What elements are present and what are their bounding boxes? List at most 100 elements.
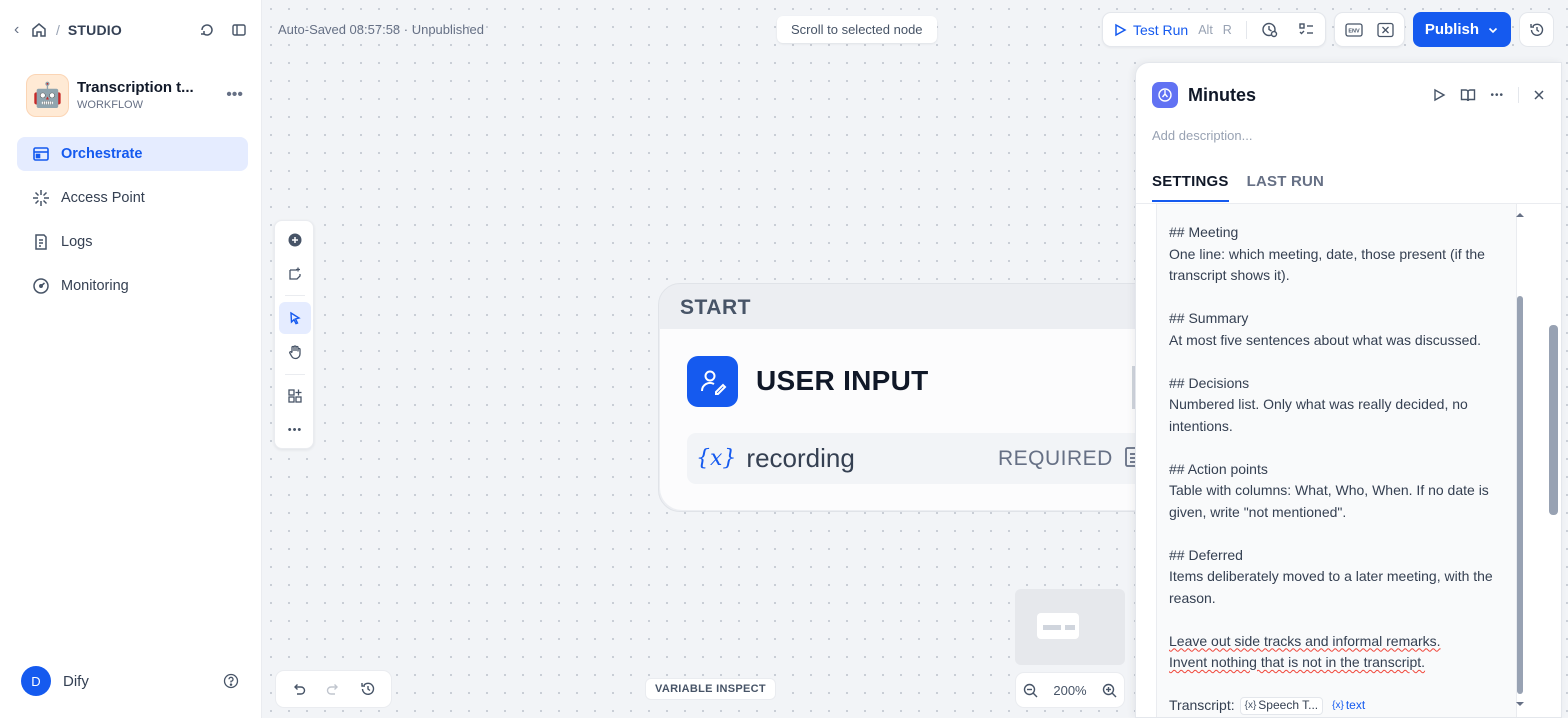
node-body: USER INPUT {x} recording REQUIRED bbox=[660, 329, 1179, 510]
divider bbox=[1518, 87, 1519, 103]
history-icon bbox=[1529, 23, 1543, 36]
pointer-mode-button[interactable] bbox=[279, 302, 311, 334]
add-node-button[interactable] bbox=[279, 224, 311, 256]
prompt-editor[interactable]: ## Meeting One line: which meeting, date… bbox=[1156, 204, 1517, 717]
home-icon[interactable] bbox=[30, 21, 48, 39]
chevron-down-icon bbox=[1488, 27, 1498, 33]
node-settings-panel: Minutes ••• Add description... SETTINGS … bbox=[1135, 62, 1562, 718]
checklist-icon[interactable] bbox=[1298, 21, 1315, 38]
minimap-node-detail bbox=[1043, 625, 1061, 630]
add-note-button[interactable] bbox=[279, 258, 311, 290]
scroll-down-icon[interactable] bbox=[1515, 700, 1525, 708]
prompt-section-deferred: ## Deferred Items deliberately moved to … bbox=[1169, 545, 1509, 610]
sidebar-item-orchestrate[interactable]: Orchestrate bbox=[17, 137, 248, 171]
close-icon[interactable] bbox=[1533, 89, 1545, 101]
scrollbar-thumb[interactable] bbox=[1517, 296, 1523, 694]
note-icon bbox=[289, 267, 301, 280]
organize-blocks-button[interactable] bbox=[279, 380, 311, 412]
breadcrumb-separator: / bbox=[56, 22, 60, 38]
user-area: D Dify bbox=[21, 666, 239, 696]
node-title: USER INPUT bbox=[756, 365, 929, 396]
prompt-heading: ## Meeting bbox=[1169, 224, 1239, 240]
canvas-toolbar: ••• bbox=[274, 220, 314, 449]
tab-settings[interactable]: SETTINGS bbox=[1152, 173, 1229, 202]
divider bbox=[1245, 20, 1247, 39]
publish-button[interactable]: Publish bbox=[1412, 12, 1511, 47]
shortcut-key: R bbox=[1222, 22, 1232, 37]
sidebar-item-logs[interactable]: Logs bbox=[17, 225, 248, 259]
user-input-icon bbox=[687, 356, 738, 407]
llm-node-icon bbox=[1152, 82, 1178, 108]
conversation-variable-icon[interactable] bbox=[1377, 22, 1394, 38]
play-icon[interactable] bbox=[1113, 23, 1127, 37]
app-card[interactable]: 🤖 Transcription t... WORKFLOW ••• bbox=[26, 73, 247, 117]
app-name: Transcription t... bbox=[77, 79, 194, 96]
prompt-line: Leave out side tracks and informal remar… bbox=[1169, 632, 1441, 649]
zoom-level[interactable]: 200% bbox=[1053, 683, 1086, 698]
sync-icon[interactable] bbox=[199, 22, 215, 38]
avatar[interactable]: D bbox=[21, 666, 51, 696]
user-name[interactable]: Dify bbox=[63, 673, 89, 690]
prompt-section-summary: ## Summary At most five sentences about … bbox=[1169, 308, 1509, 351]
sidebar-item-monitoring[interactable]: Monitoring bbox=[17, 269, 248, 303]
panel-title[interactable]: Minutes bbox=[1188, 85, 1256, 106]
scroll-up-icon[interactable] bbox=[1515, 211, 1525, 219]
more-options-button[interactable]: ••• bbox=[279, 414, 311, 446]
variable-name: recording bbox=[746, 443, 855, 473]
hand-mode-button[interactable] bbox=[279, 336, 311, 368]
variable-icon: {x} bbox=[1332, 700, 1344, 711]
sidebar: ‹ / STUDIO 🤖 Transcription t... WORKFLOW… bbox=[0, 0, 262, 718]
chevron-left-icon[interactable]: ‹ bbox=[14, 21, 28, 39]
minimap[interactable] bbox=[1015, 589, 1125, 665]
outer-scrollbar-thumb[interactable] bbox=[1549, 325, 1558, 515]
panel-toggle-icon[interactable] bbox=[231, 22, 247, 38]
description-input[interactable]: Add description... bbox=[1152, 128, 1252, 143]
more-icon: ••• bbox=[287, 424, 303, 436]
scroll-to-selected-button[interactable]: Scroll to selected node bbox=[777, 16, 937, 43]
zoom-in-icon[interactable] bbox=[1102, 683, 1117, 698]
variable-chip-speech[interactable]: {x} Speech T... bbox=[1239, 696, 1324, 715]
prompt-line: Invent nothing that is not in the transc… bbox=[1169, 654, 1426, 670]
hand-icon bbox=[289, 345, 301, 360]
help-docs-icon[interactable] bbox=[1460, 87, 1476, 103]
prompt-body: One line: which meeting, date, those pre… bbox=[1169, 245, 1485, 284]
publish-label: Publish bbox=[1424, 21, 1479, 38]
run-node-icon[interactable] bbox=[1432, 88, 1446, 102]
prompt-heading: ## Summary bbox=[1169, 310, 1249, 326]
logs-icon bbox=[35, 234, 47, 250]
svg-text:ENV: ENV bbox=[1348, 28, 1360, 34]
tab-last-run[interactable]: LAST RUN bbox=[1247, 173, 1324, 202]
transcript-line: Transcript: {x} Speech T... {x} text bbox=[1169, 695, 1509, 717]
sidebar-item-label: Monitoring bbox=[61, 278, 129, 294]
start-node[interactable]: START USER INPUT {x} recording REQUIRED bbox=[658, 283, 1179, 512]
monitoring-icon bbox=[33, 278, 49, 294]
variable-icon: {x} bbox=[696, 446, 737, 471]
sidebar-item-access-point[interactable]: Access Point bbox=[17, 181, 248, 215]
more-icon[interactable]: ••• bbox=[226, 86, 243, 104]
undo-icon[interactable] bbox=[291, 681, 307, 697]
redo-icon[interactable] bbox=[325, 681, 341, 697]
orchestrate-icon bbox=[33, 147, 49, 161]
chip-label: Speech T... bbox=[1258, 698, 1319, 712]
history-icon[interactable] bbox=[360, 681, 376, 697]
input-variable-row[interactable]: {x} recording REQUIRED bbox=[687, 433, 1157, 484]
breadcrumb-studio[interactable]: STUDIO bbox=[68, 22, 122, 38]
sidebar-item-label: Access Point bbox=[61, 190, 145, 206]
test-run-group: Test Run Alt R bbox=[1101, 12, 1326, 47]
variable-inspect-button[interactable]: VARIABLE INSPECT bbox=[645, 678, 776, 700]
prompt-heading: ## Deferred bbox=[1169, 546, 1243, 563]
test-run-button[interactable]: Test Run bbox=[1133, 22, 1188, 38]
run-history-icon[interactable] bbox=[1261, 21, 1278, 38]
zoom-out-icon[interactable] bbox=[1023, 683, 1038, 698]
help-icon[interactable] bbox=[223, 673, 239, 689]
variable-icon: {x} bbox=[1244, 700, 1257, 711]
required-label: REQUIRED bbox=[998, 447, 1113, 470]
version-history-button[interactable] bbox=[1519, 12, 1554, 47]
transcript-label: Transcript: bbox=[1169, 697, 1235, 713]
chip-label: text bbox=[1345, 698, 1366, 712]
prompt-text[interactable]: ## Meeting One line: which meeting, date… bbox=[1169, 222, 1509, 717]
more-icon[interactable]: ••• bbox=[1490, 90, 1504, 101]
variable-chip-text[interactable]: {x} text bbox=[1328, 697, 1369, 715]
app-type: WORKFLOW bbox=[77, 99, 143, 111]
env-icon[interactable]: ENV bbox=[1345, 22, 1363, 38]
